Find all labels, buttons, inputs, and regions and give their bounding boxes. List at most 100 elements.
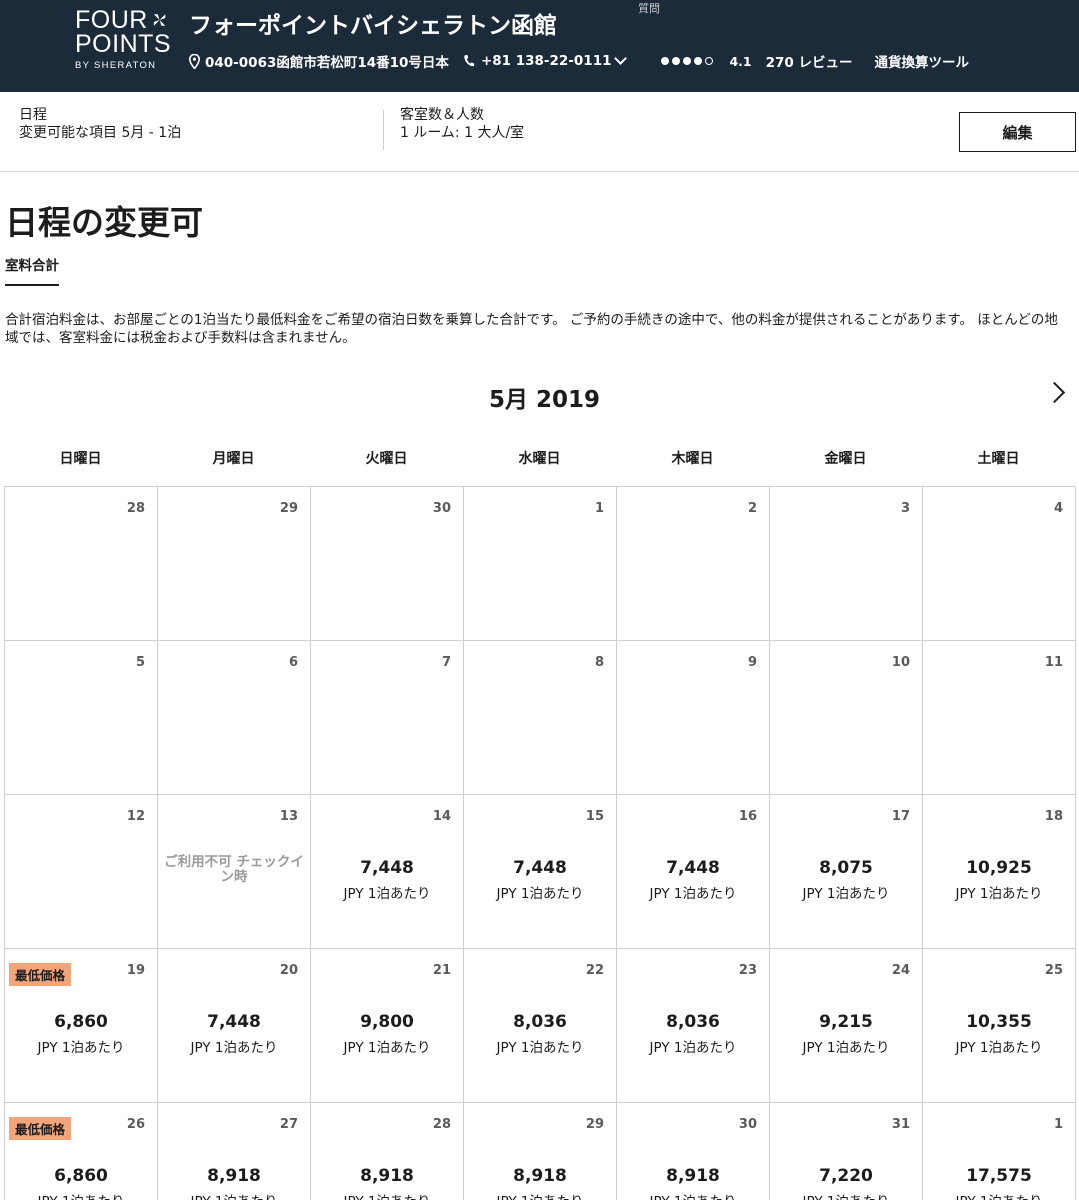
lowest-price-badge: 最低価格: [9, 1117, 72, 1140]
price-unit: JPY 1泊あたり: [923, 1190, 1075, 1200]
pinwheel-logo-icon: [153, 14, 166, 26]
day-number: 25: [1044, 963, 1063, 978]
day-number: 16: [738, 809, 757, 824]
nightly-price: 8,075: [819, 858, 873, 878]
calendar-day-cell: 30: [311, 487, 464, 641]
day-number: 14: [432, 809, 451, 824]
price-unit: JPY 1泊あたり: [617, 1190, 769, 1200]
price-unit: JPY 1泊あたり: [955, 886, 1043, 902]
calendar-day-cell[interactable]: 28 8,918 JPY 1泊あたり: [311, 1103, 464, 1200]
calendar-day-cell[interactable]: 25 10,355 JPY 1泊あたり: [923, 949, 1076, 1103]
summary-divider: [383, 110, 384, 150]
address-link[interactable]: 040-0063函館市若松町14番10号日本: [189, 51, 449, 71]
calendar-day-cell[interactable]: 最低価格 19 6,860 JPY 1泊あたり: [5, 949, 158, 1103]
day-number: 30: [738, 1117, 757, 1132]
nightly-price: 7,448: [207, 1012, 261, 1032]
hotel-name: フォーポイントバイシェラトン函館: [189, 13, 557, 39]
chevron-down-icon: [614, 52, 628, 65]
calendar-day-cell: 10: [770, 641, 923, 795]
page-title: 日程の変更可: [5, 203, 203, 242]
day-number: 12: [126, 809, 145, 824]
nightly-price: 17,575: [966, 1166, 1032, 1186]
next-month-button[interactable]: [1043, 378, 1075, 408]
rating-dots: [661, 57, 714, 65]
weekday-label: 木曜日: [671, 451, 714, 467]
hotel-info-row: 040-0063函館市若松町14番10号日本 +81 138-22-0111 4…: [189, 50, 969, 72]
price-unit: JPY 1泊あたり: [802, 886, 890, 902]
calendar-day-cell[interactable]: 21 9,800 JPY 1泊あたり: [311, 949, 464, 1103]
dates-value: 変更可能な項目 5月 - 1泊: [19, 125, 182, 141]
calendar-day-cell[interactable]: 14 7,448 JPY 1泊あたり: [311, 795, 464, 949]
price-unit: JPY 1泊あたり: [37, 1040, 125, 1056]
nightly-price: 8,918: [666, 1166, 720, 1186]
day-number: 24: [891, 963, 910, 978]
day-number: 28: [432, 1117, 451, 1132]
calendar-day-cell: 7: [311, 641, 464, 795]
rating-dot-filled: [661, 57, 670, 65]
day-number: 29: [585, 1117, 604, 1132]
day-number: 11: [1044, 655, 1063, 670]
calendar-day-cell[interactable]: 16 7,448 JPY 1泊あたり: [617, 795, 770, 949]
rooms-value: 1 ルーム: 1 大人/室: [400, 125, 525, 141]
chevron-right-icon: [1043, 381, 1066, 404]
calendar-day-cell[interactable]: 最低価格 26 6,860 JPY 1泊あたり: [5, 1103, 158, 1200]
calendar-weekday-header: 日曜日 月曜日 火曜日 水曜日 木曜日 金曜日 土曜日: [4, 448, 1075, 468]
phone-dropdown[interactable]: +81 138-22-0111: [463, 52, 628, 69]
nightly-price: 6,860: [54, 1012, 108, 1032]
lowest-price-badge: 最低価格: [9, 963, 72, 986]
four-points-logo[interactable]: FOUR POINTS BY SHERATON: [75, 8, 171, 72]
calendar-day-cell[interactable]: 29 8,918 JPY 1泊あたり: [464, 1103, 617, 1200]
price-unit: JPY 1泊あたり: [802, 1040, 890, 1056]
nightly-price: 7,448: [513, 858, 567, 878]
nightly-price: 8,036: [666, 1012, 720, 1032]
calendar-day-cell[interactable]: 1 17,575 JPY 1泊あたり: [923, 1103, 1076, 1200]
calendar-day-cell[interactable]: 17 8,075 JPY 1泊あたり: [770, 795, 923, 949]
nightly-price: 9,800: [360, 1012, 414, 1032]
calendar-day-cell[interactable]: 20 7,448 JPY 1泊あたり: [158, 949, 311, 1103]
calendar-day-cell[interactable]: 27 8,918 JPY 1泊あたり: [158, 1103, 311, 1200]
price-unit: JPY 1泊あたり: [158, 1190, 310, 1200]
day-number: 31: [891, 1117, 910, 1132]
price-unit: JPY 1泊あたり: [5, 1190, 157, 1200]
weekday-label: 土曜日: [977, 451, 1020, 467]
rooms-label: 客室数＆人数: [400, 107, 484, 123]
day-number: 20: [279, 963, 298, 978]
day-number: 21: [432, 963, 451, 978]
map-pin-icon: [189, 53, 200, 69]
calendar-day-cell: 2: [617, 487, 770, 641]
calendar-month-label: 5月 2019: [488, 387, 601, 413]
price-unit: JPY 1泊あたり: [464, 1190, 616, 1200]
rating-value: 4.1: [729, 53, 752, 69]
currency-converter-link[interactable]: 通貨換算ツール: [875, 51, 970, 71]
top-faq-link[interactable]: 質問: [638, 0, 660, 16]
price-unit: JPY 1泊あたり: [649, 886, 737, 902]
calendar-day-cell[interactable]: 31 7,220 JPY 1泊あたり: [770, 1103, 923, 1200]
phone-text: +81 138-22-0111: [480, 53, 612, 69]
calendar-day-cell[interactable]: 30 8,918 JPY 1泊あたり: [617, 1103, 770, 1200]
calendar-day-cell: 12: [5, 795, 158, 949]
day-number: 2: [747, 501, 757, 516]
calendar-day-cell[interactable]: 24 9,215 JPY 1泊あたり: [770, 949, 923, 1103]
day-number: 8: [594, 655, 604, 670]
day-number: 4: [1053, 501, 1063, 516]
day-number: 26: [126, 1117, 145, 1132]
rate-calendar-grid: 28 29 30 1 2 3 4 5 6 7 8 9 10 11 12 13 ご利用不可 チェックイン時 14 7,…: [4, 486, 1076, 1200]
reviews-link[interactable]: 270 レビュー: [766, 51, 853, 71]
rooms-summary: 客室数＆人数 1 ルーム: 1 大人/室: [400, 106, 524, 142]
rating-dot-filled: [672, 57, 681, 65]
price-unit: JPY 1泊あたり: [955, 1040, 1043, 1056]
calendar-day-cell[interactable]: 22 8,036 JPY 1泊あたり: [464, 949, 617, 1103]
day-number: 7: [441, 655, 451, 670]
nightly-price: 7,448: [666, 858, 720, 878]
nightly-price: 10,355: [966, 1012, 1032, 1032]
calendar-day-cell: 4: [923, 487, 1076, 641]
day-number: 17: [891, 809, 910, 824]
nightly-price: 8,918: [513, 1166, 567, 1186]
day-number: 1: [594, 501, 604, 516]
edit-button[interactable]: 編集: [959, 112, 1076, 152]
tab-total-room-rate[interactable]: 室料合計: [5, 254, 59, 286]
calendar-day-cell[interactable]: 18 10,925 JPY 1泊あたり: [923, 795, 1076, 949]
calendar-day-cell[interactable]: 23 8,036 JPY 1泊あたり: [617, 949, 770, 1103]
calendar-day-cell[interactable]: 15 7,448 JPY 1泊あたり: [464, 795, 617, 949]
day-number: 28: [126, 501, 145, 516]
